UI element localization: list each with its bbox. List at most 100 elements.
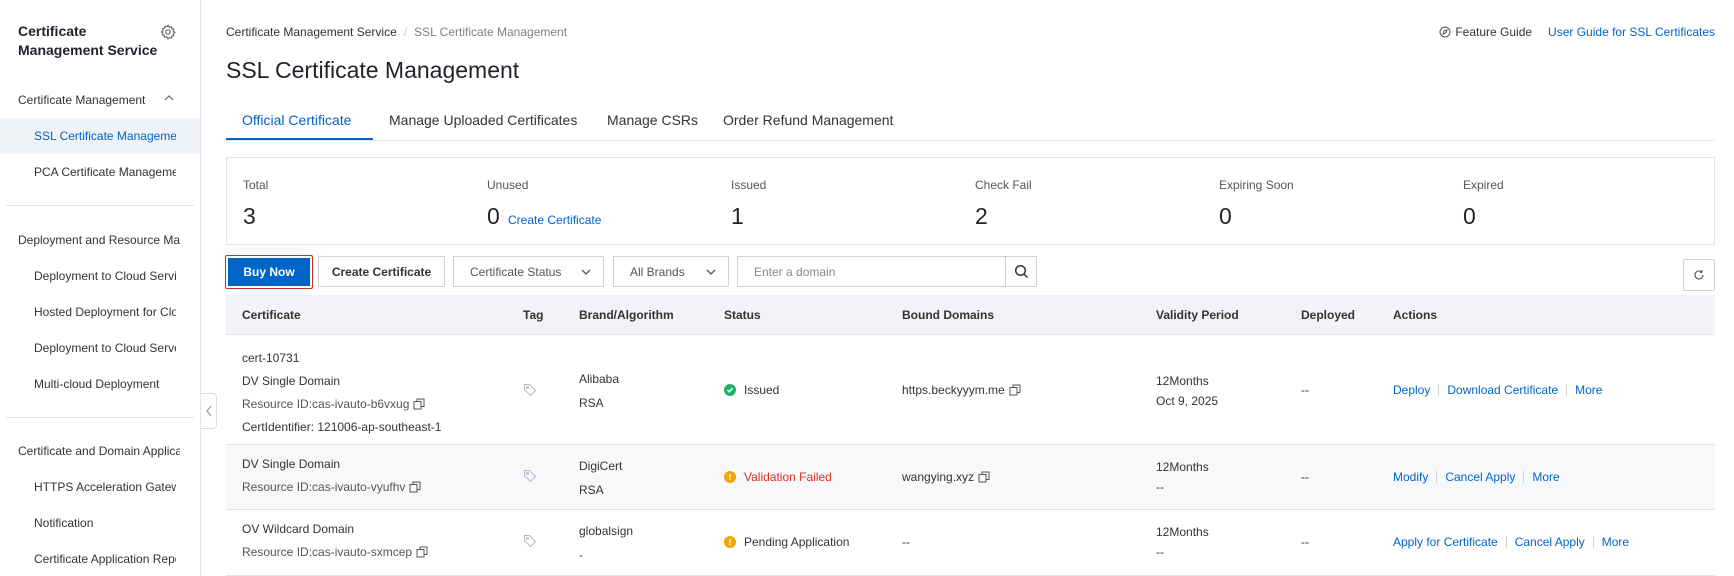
column-header: Validity Period [1156,308,1239,322]
bound-domain: https.beckyyym.me [902,383,1005,397]
chevron-down-icon [706,269,716,275]
more-link[interactable]: More [1602,533,1629,551]
sidebar-item-label: PCA Certificate Management [34,165,176,179]
tab-official-certificate[interactable]: Official Certificate [242,112,351,128]
compass-icon [1439,26,1451,38]
more-link[interactable]: More [1532,468,1559,486]
sidebar-item-label: HTTPS Acceleration Gateway [34,480,176,494]
top-links: Feature Guide User Guide for SSL Certifi… [1439,25,1715,39]
resource-id: Resource ID:cas-ivauto-sxmcep [242,541,428,564]
bound-domain-cell: -- [902,535,910,549]
modify-link[interactable]: Modify [1393,468,1428,486]
breadcrumb: Certificate Management Service / SSL Certi… [226,25,567,39]
cancel-apply-link[interactable]: Cancel Apply [1515,533,1585,551]
deployed-cell: -- [1301,383,1309,397]
buy-now-button[interactable]: Buy Now [225,255,313,289]
download-certificate-link[interactable]: Download Certificate [1447,381,1558,399]
certificate-type: DV Single Domain [242,457,341,471]
sidebar-group-certificate-domain-application[interactable]: Certificate and Domain Application [18,444,180,458]
stat-value: 0 [1463,203,1476,229]
sidebar-item-https-acceleration-gateway[interactable]: HTTPS Acceleration Gateway [0,469,200,505]
copy-icon[interactable] [413,398,425,410]
sidebar-collapse-button[interactable] [201,393,217,429]
validity-period: 12Months [1156,525,1209,539]
stat-value: 0 [487,203,500,229]
buy-now-label: Buy Now [228,258,310,286]
tab-order-refund-management[interactable]: Order Refund Management [723,112,893,128]
brand-algorithm-cell: DigiCert RSA [579,454,622,502]
tab-active-indicator [226,138,373,140]
tab-manage-uploaded-certificates[interactable]: Manage Uploaded Certificates [389,112,577,128]
create-certificate-button[interactable]: Create Certificate [318,256,445,287]
action-divider [1436,471,1438,483]
column-header: Deployed [1301,308,1356,322]
sidebar-item-deployment-cloud-services[interactable]: Deployment to Cloud Services [0,258,200,294]
algorithm: - [579,548,583,562]
stat-value: 1 [731,203,744,229]
column-header: Status [724,308,761,322]
tag-icon[interactable] [523,383,537,397]
status-text: Validation Failed [744,470,832,484]
sidebar-item-label: Multi-cloud Deployment [34,377,160,391]
certificate-status-select[interactable]: Certificate Status [453,256,604,287]
sidebar-item-multi-cloud-deployment[interactable]: Multi-cloud Deployment [0,366,200,402]
brand-select[interactable]: All Brands [613,256,729,287]
search-button[interactable] [1005,256,1037,287]
sidebar-item-pca-certificate-management[interactable]: PCA Certificate Management [0,154,200,190]
deploy-link[interactable]: Deploy [1393,381,1430,399]
brand: globalsign [579,524,634,538]
sidebar-item-hosted-deployment[interactable]: Hosted Deployment for Cloud [0,294,200,330]
validity-cell: 12Months Oct 9, 2025 [1156,371,1218,411]
stat-label: Total [243,178,269,192]
sidebar-item-label: Hosted Deployment for Cloud [34,305,176,319]
algorithm: RSA [579,483,604,497]
more-link[interactable]: More [1575,381,1602,399]
refresh-button[interactable] [1683,259,1715,291]
actions-cell: Deploy Download Certificate More [1393,381,1602,399]
copy-icon[interactable] [1009,384,1021,396]
domain-search-input[interactable] [737,256,1005,287]
gear-icon[interactable] [160,24,176,40]
user-guide-link[interactable]: User Guide for SSL Certificates [1548,25,1715,39]
tag-icon[interactable] [523,534,537,548]
breadcrumb-root-link[interactable]: Certificate Management Service [226,25,397,39]
bound-domain-cell: wangying.xyz [902,468,990,486]
warning-icon [724,471,736,483]
create-certificate-link[interactable]: Create Certificate [508,213,601,227]
apply-for-certificate-link[interactable]: Apply for Certificate [1393,533,1498,551]
column-header: Certificate [242,308,301,322]
validity-cell: 12Months -- [1156,457,1209,497]
certificate-cell: cert-10731 DV Single Domain Resource ID:… [242,347,441,439]
certificate-cell: OV Wildcard Domain Resource ID:cas-ivaut… [242,518,428,564]
chevron-up-icon[interactable] [163,92,175,104]
actions-cell: Apply for Certificate Cancel Apply More [1393,533,1629,551]
brand-select-value: All Brands [630,264,685,279]
copy-icon[interactable] [978,471,990,483]
validity-cell: 12Months -- [1156,522,1209,562]
feature-guide-label: Feature Guide [1455,25,1533,39]
tag-icon[interactable] [523,469,537,483]
status-cell: Pending Application [724,533,849,551]
table-header: Certificate Tag Brand/Algorithm Status B… [226,295,1715,335]
tab-manage-csrs[interactable]: Manage CSRs [607,112,698,128]
sidebar-item-notification[interactable]: Notification [0,505,200,541]
resource-id: Resource ID:cas-ivauto-vyufhv [242,476,421,499]
refresh-icon [1694,270,1704,280]
feature-guide-link[interactable]: Feature Guide [1439,25,1532,39]
action-divider [1438,384,1440,396]
copy-icon[interactable] [416,546,428,558]
sidebar-item-certificate-application-repository[interactable]: Certificate Application Repository [0,541,200,576]
warning-icon [724,536,736,548]
sidebar-item-label: SSL Certificate Management [34,129,176,143]
cancel-apply-link[interactable]: Cancel Apply [1445,468,1515,486]
sidebar-group-deployment[interactable]: Deployment and Resource Management [18,233,180,247]
brand-algorithm-cell: Alibaba RSA [579,367,619,415]
sidebar-group-certificate-management[interactable]: Certificate Management [18,93,180,107]
copy-icon[interactable] [409,481,421,493]
brand-algorithm-cell: globalsign - [579,519,633,567]
sidebar-item-ssl-certificate-management[interactable]: SSL Certificate Management [0,118,200,154]
sidebar-item-deployment-cloud-servers[interactable]: Deployment to Cloud Servers [0,330,200,366]
search-icon [1014,264,1028,279]
validity-date: -- [1156,545,1164,559]
cert-identifier: CertIdentifier: 121006-ap-southeast-1 [242,420,442,434]
